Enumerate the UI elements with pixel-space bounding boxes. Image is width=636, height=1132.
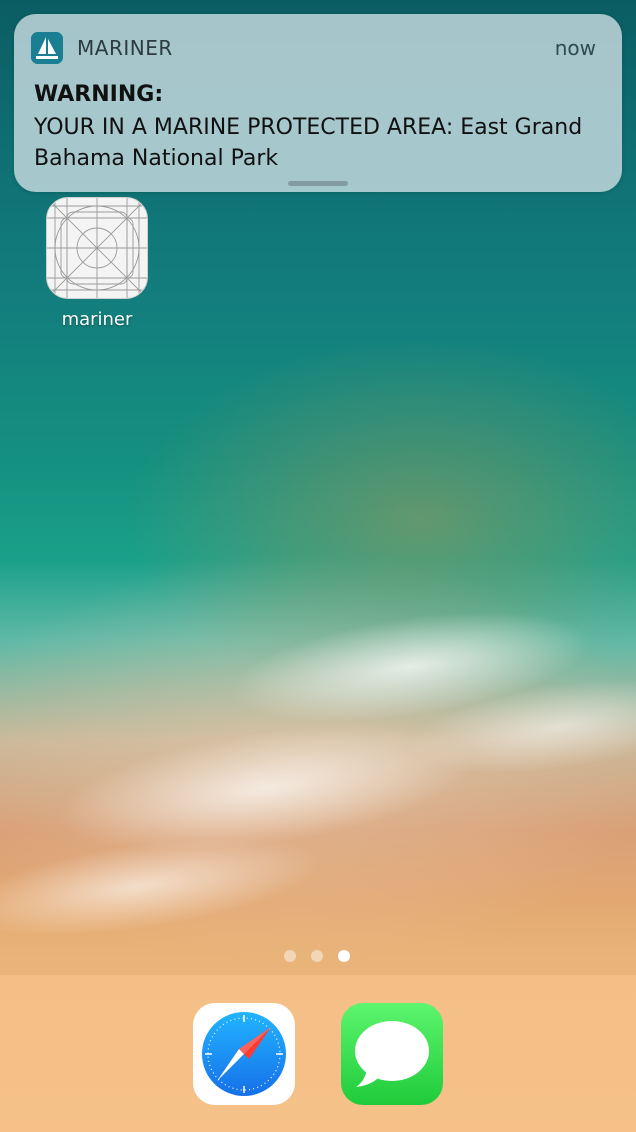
wallpaper-foam [0, 511, 636, 969]
page-indicator[interactable] [284, 950, 350, 962]
home-screen: MARINER now WARNING: YOUR IN A MARINE PR… [0, 0, 636, 1132]
notification-grabber-handle[interactable] [288, 181, 348, 186]
notification-time: now [554, 36, 596, 60]
notification-banner[interactable]: MARINER now WARNING: YOUR IN A MARINE PR… [14, 14, 622, 192]
notification-body: YOUR IN A MARINE PROTECTED AREA: East Gr… [34, 115, 583, 171]
mariner-sailboat-icon [31, 32, 63, 64]
app-icon-template-grid-icon [46, 197, 148, 299]
notification-app-name: MARINER [77, 36, 173, 60]
page-dot-2[interactable] [311, 950, 323, 962]
dock-app-safari[interactable] [193, 1003, 295, 1105]
app-mariner[interactable]: mariner [46, 197, 148, 330]
app-mariner-label: mariner [61, 309, 133, 330]
notification-title: WARNING: [34, 82, 164, 107]
page-dot-1[interactable] [284, 950, 296, 962]
dock [0, 975, 636, 1132]
safari-compass-icon [202, 1012, 286, 1096]
messages-bubble-icon [355, 1021, 429, 1087]
dock-app-messages[interactable] [341, 1003, 443, 1105]
page-dot-3-current[interactable] [338, 950, 350, 962]
